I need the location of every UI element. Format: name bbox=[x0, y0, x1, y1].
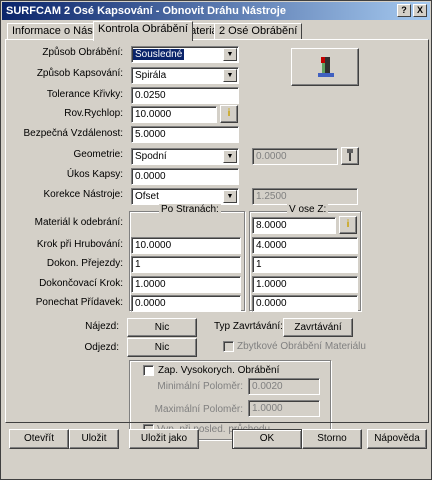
tab-2-ose-obrabeni[interactable]: 2 Osé Obrábění bbox=[214, 23, 303, 40]
dialog-window: SURFCAM 2 Osé Kapsování - Obnovit Dráhu … bbox=[0, 0, 432, 480]
tab-panel bbox=[5, 39, 429, 423]
tab-kontrola-obrabeni[interactable]: Kontrola Obrábění bbox=[93, 21, 193, 41]
close-button[interactable]: X bbox=[413, 4, 427, 17]
ok-button[interactable]: OK bbox=[232, 429, 302, 449]
otevrit-button[interactable]: Otevřít bbox=[9, 429, 69, 449]
ulozit-button[interactable]: Uložit bbox=[69, 429, 119, 449]
window-title: SURFCAM 2 Osé Kapsování - Obnovit Dráhu … bbox=[6, 5, 286, 17]
help-button[interactable]: ? bbox=[397, 4, 411, 17]
napoveda-button[interactable]: Nápověda bbox=[367, 429, 427, 449]
ulozit-jako-button[interactable]: Uložit jako bbox=[129, 429, 199, 449]
storno-button[interactable]: Storno bbox=[302, 429, 362, 449]
title-bar: SURFCAM 2 Osé Kapsování - Obnovit Dráhu … bbox=[2, 2, 430, 20]
